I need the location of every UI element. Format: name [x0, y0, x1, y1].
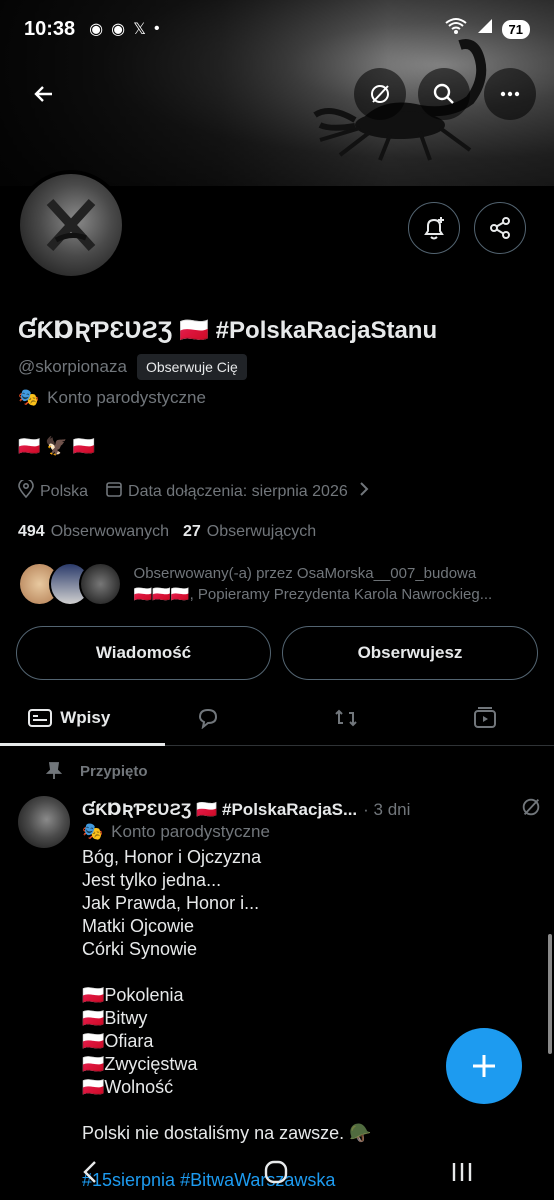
- post-line: Córki Synowie: [82, 939, 198, 959]
- post-line: Jest tylko jedna...: [82, 870, 222, 890]
- compose-button[interactable]: [446, 1028, 522, 1104]
- tab-replies[interactable]: [139, 690, 278, 745]
- post-time: · 3 dni: [363, 799, 411, 819]
- post-line: 🇵🇱Zwycięstwa: [82, 1054, 198, 1074]
- followers-label[interactable]: Obserwujących: [207, 523, 316, 541]
- followers-count[interactable]: 27: [183, 523, 201, 541]
- status-bar: 10:38 ◉ ◉ 𝕏 • 71: [0, 0, 554, 58]
- tab-posts[interactable]: Wpisy: [0, 690, 165, 746]
- notifications-button[interactable]: [408, 202, 460, 254]
- post-line: 🇵🇱Pokolenia: [82, 985, 184, 1005]
- grok-icon[interactable]: [520, 796, 542, 823]
- following-button[interactable]: Obserwujesz: [282, 626, 538, 680]
- more-options-button[interactable]: [484, 68, 536, 120]
- share-icon: [490, 217, 510, 239]
- post-text[interactable]: Bóg, Honor i Ojczyzna Jest tylko jedna..…: [82, 846, 372, 1145]
- back-nav-icon[interactable]: [80, 1159, 102, 1190]
- post-line-gap: [82, 1099, 372, 1122]
- post-author-avatar[interactable]: [18, 796, 70, 848]
- status-time: 10:38: [24, 17, 76, 40]
- signal-icon: [476, 17, 494, 41]
- battery-indicator: 71: [501, 19, 530, 39]
- repost-icon: [335, 709, 357, 726]
- post-line-gap: [82, 961, 372, 984]
- parody-label: Konto parodystyczne: [47, 388, 206, 407]
- follows-you-badge: Obserwuje Cię: [136, 354, 247, 380]
- media-icon: [473, 706, 496, 728]
- post-line: Polski nie dostaliśmy na zawsze. 🪖: [82, 1123, 372, 1143]
- post-line: Jak Prawda, Honor i...: [82, 893, 260, 913]
- notification-icons: ◉ ◉ 𝕏 •: [89, 19, 159, 39]
- followed-by-text-1: Obserwowany(-a) przez OsaMorska__007_bud…: [133, 565, 477, 582]
- location-icon: [18, 478, 34, 503]
- join-date: Data dołączenia: sierpnia 2026: [128, 482, 348, 500]
- follower-avatar: [79, 562, 122, 606]
- profile-handle: @skorpionaza: [18, 357, 127, 376]
- arrow-left-icon: [34, 86, 52, 102]
- reply-icon: [198, 708, 217, 729]
- calendar-icon: [106, 481, 122, 502]
- x-logo-icon: 𝕏: [133, 21, 146, 38]
- profile-location: Polska: [40, 482, 89, 500]
- chevron-right-icon[interactable]: [358, 481, 370, 502]
- scrollbar[interactable]: [548, 934, 552, 1054]
- parody-mask-icon: 🎭: [18, 388, 40, 407]
- following-label[interactable]: Obserwowanych: [51, 523, 169, 541]
- recents-nav-icon[interactable]: [450, 1161, 474, 1188]
- profile-bio: 🇵🇱 🦅 🇵🇱: [18, 436, 96, 456]
- post-line: Bóg, Honor i Ojczyzna: [82, 847, 262, 867]
- message-button[interactable]: Wiadomość: [16, 626, 271, 680]
- back-button[interactable]: [18, 68, 70, 120]
- tab-reposts[interactable]: [277, 690, 416, 745]
- post-line: 🇵🇱Wolność: [82, 1077, 174, 1097]
- search-button[interactable]: [418, 68, 470, 120]
- bell-plus-icon: [424, 217, 444, 240]
- messenger-icon: ◉: [111, 21, 126, 38]
- avatar-logo-icon: [46, 198, 96, 252]
- share-button[interactable]: [474, 202, 526, 254]
- post-parody-label: Konto parodystyczne: [111, 822, 270, 841]
- tab-posts-label: Wpisy: [60, 707, 111, 727]
- wifi-icon: [444, 17, 468, 41]
- search-icon: [433, 83, 454, 104]
- grok-button[interactable]: [354, 68, 406, 120]
- profile-avatar[interactable]: [16, 170, 126, 280]
- pinned-label: Przypięto: [80, 762, 148, 780]
- post-line: Matki Ojcowie: [82, 916, 195, 936]
- post-line: 🇵🇱Bitwy: [82, 1008, 148, 1028]
- plus-icon: [473, 1055, 495, 1077]
- profile-name: ƓƘⱰƦƤƐƲƧƷ 🇵🇱 #PolskaRacjaStanu: [18, 317, 438, 344]
- tab-media[interactable]: [416, 690, 554, 745]
- post-line: 🇵🇱Ofiara: [82, 1031, 154, 1051]
- messenger-icon: ◉: [89, 21, 104, 38]
- post-author-name[interactable]: ƓƘⱰƦƤƐƲƧƷ 🇵🇱 #PolskaRacjaS...: [82, 800, 357, 820]
- profile-tabs: Wpisy: [0, 690, 554, 746]
- posts-icon: [28, 708, 53, 727]
- dot-icon: •: [153, 20, 160, 37]
- grok-icon: [371, 85, 389, 103]
- home-nav-icon[interactable]: [263, 1159, 289, 1190]
- more-icon: [500, 91, 520, 97]
- parody-mask-icon: 🎭: [82, 822, 104, 841]
- system-nav-bar: [0, 1148, 554, 1200]
- pin-icon: [46, 762, 62, 779]
- following-count[interactable]: 494: [18, 523, 45, 541]
- followed-by-row[interactable]: Obserwowany(-a) przez OsaMorska__007_bud…: [18, 562, 538, 606]
- followed-by-text-2: 🇵🇱🇵🇱🇵🇱, Popieramy Prezydenta Karola Nawr…: [133, 586, 493, 603]
